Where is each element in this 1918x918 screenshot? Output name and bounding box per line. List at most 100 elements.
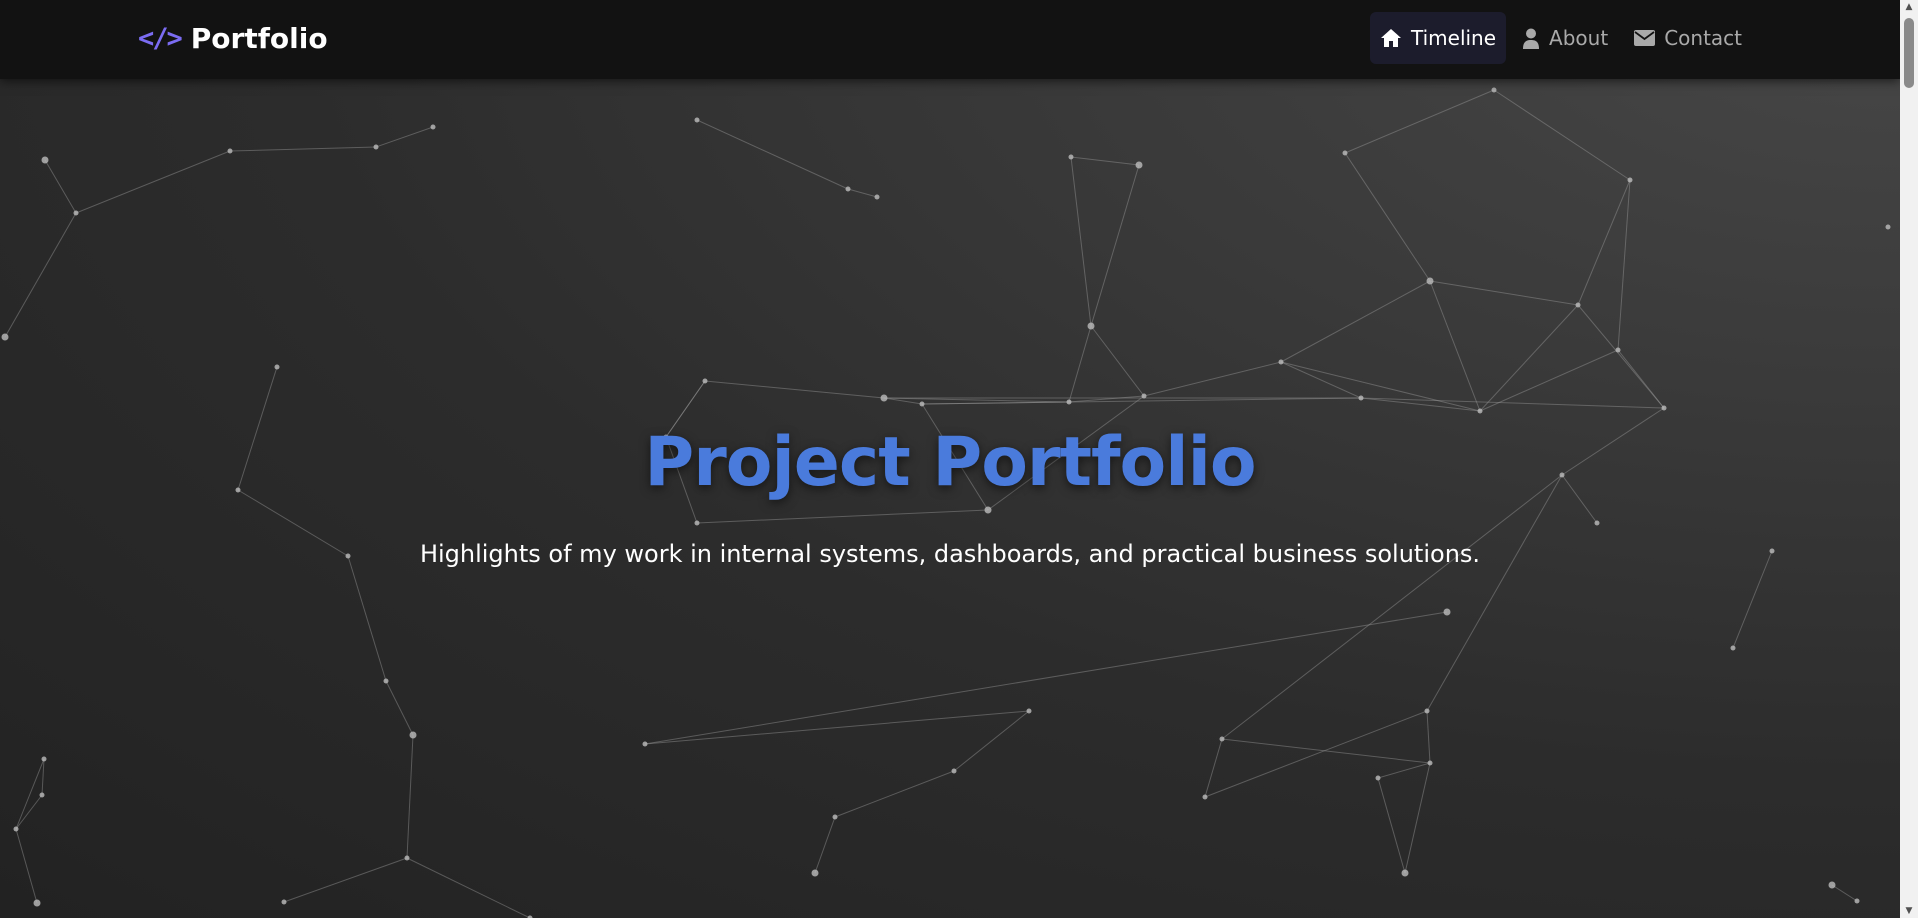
brand-logo[interactable]: </> Portfolio [138, 16, 328, 60]
network-link [385, 680, 414, 736]
scroll-up-arrow-icon[interactable]: ▲ [1900, 0, 1918, 14]
network-link [1429, 280, 1481, 412]
network-link [1068, 325, 1092, 403]
hero-title: Project Portfolio [644, 423, 1256, 502]
network-link [1204, 710, 1428, 798]
network-link [953, 710, 1030, 772]
network-link [1493, 89, 1631, 181]
network-node [1278, 359, 1284, 365]
network-node [1401, 869, 1409, 877]
network-node [874, 194, 880, 200]
network-node [1491, 87, 1497, 93]
network-link [696, 119, 849, 190]
nav-item-label: About [1549, 26, 1609, 50]
network-link [44, 159, 77, 214]
network-link [644, 611, 1448, 745]
home-icon [1381, 29, 1401, 47]
network-link [921, 401, 1070, 405]
network-node [41, 756, 47, 762]
network-link [1404, 762, 1431, 874]
network-link [1143, 361, 1282, 397]
user-icon [1523, 28, 1540, 49]
network-node [13, 826, 19, 832]
network-node [1375, 775, 1381, 781]
network-node [1477, 408, 1483, 414]
network-link [229, 146, 377, 152]
brand-name: Portfolio [190, 21, 328, 55]
network-node [1068, 154, 1074, 160]
network-node [1087, 322, 1095, 330]
network-node [880, 394, 888, 402]
envelope-icon [1634, 30, 1656, 46]
network-node [1219, 736, 1225, 742]
network-link [1280, 361, 1481, 412]
network-node [274, 364, 280, 370]
network-node [383, 678, 389, 684]
nav-item-label: Timeline [1411, 26, 1497, 50]
network-link [1479, 304, 1579, 412]
network-link [1577, 304, 1665, 409]
navbar: </> Portfolio Timeline About Contact [0, 0, 1900, 79]
network-link [1280, 361, 1362, 399]
nav-item-timeline[interactable]: Timeline [1370, 12, 1507, 64]
network-node [39, 792, 45, 798]
network-node [984, 506, 992, 514]
network-link [1831, 884, 1858, 902]
network-node [832, 814, 838, 820]
network-node [373, 144, 379, 150]
scroll-down-arrow-icon[interactable]: ▼ [1900, 904, 1918, 918]
nav-item-about[interactable]: About [1512, 12, 1618, 64]
network-node [919, 401, 925, 407]
network-node [1615, 347, 1621, 353]
network-node [845, 186, 851, 192]
network-link [347, 555, 387, 682]
network-node [1730, 645, 1736, 651]
network-node [409, 731, 417, 739]
network-link [1344, 89, 1495, 154]
network-node [41, 156, 49, 164]
scrollbar-thumb[interactable] [1904, 18, 1914, 88]
network-node [1426, 277, 1434, 285]
network-link [1221, 738, 1431, 764]
network-node [281, 899, 287, 905]
network-node [1661, 405, 1667, 411]
network-node [951, 768, 957, 774]
network-link [1429, 280, 1579, 306]
network-link [1377, 777, 1406, 874]
network-node [1202, 794, 1208, 800]
main-nav: Timeline About Contact [1370, 12, 1752, 64]
network-node [404, 855, 410, 861]
network-node [1627, 177, 1633, 183]
network-link [1090, 325, 1145, 397]
network-link [704, 380, 885, 399]
network-link [1377, 762, 1431, 779]
network-node [430, 124, 436, 130]
network-link [1479, 349, 1619, 412]
nav-item-label: Contact [1664, 26, 1742, 50]
network-node [694, 117, 700, 123]
network-link [1280, 280, 1431, 363]
network-link [834, 770, 955, 818]
network-link [644, 710, 1030, 745]
network-node [1141, 393, 1147, 399]
network-link [883, 397, 1070, 403]
network-link [1090, 164, 1140, 327]
network-link [1617, 349, 1665, 409]
network-link [4, 212, 77, 338]
network-link [406, 857, 531, 918]
network-node [73, 210, 79, 216]
network-link [1204, 738, 1223, 798]
network-link [696, 509, 989, 524]
vertical-scrollbar[interactable]: ▲ ▼ [1900, 0, 1918, 918]
network-link [406, 734, 414, 859]
network-node [1424, 708, 1430, 714]
network-node [1, 333, 9, 341]
network-link [1426, 710, 1431, 764]
nav-item-contact[interactable]: Contact [1624, 12, 1752, 64]
network-link [1070, 156, 1092, 327]
code-icon: </> [138, 22, 183, 54]
network-link [15, 794, 43, 830]
network-link [75, 150, 231, 214]
network-node [1575, 302, 1581, 308]
network-node [1885, 224, 1891, 230]
